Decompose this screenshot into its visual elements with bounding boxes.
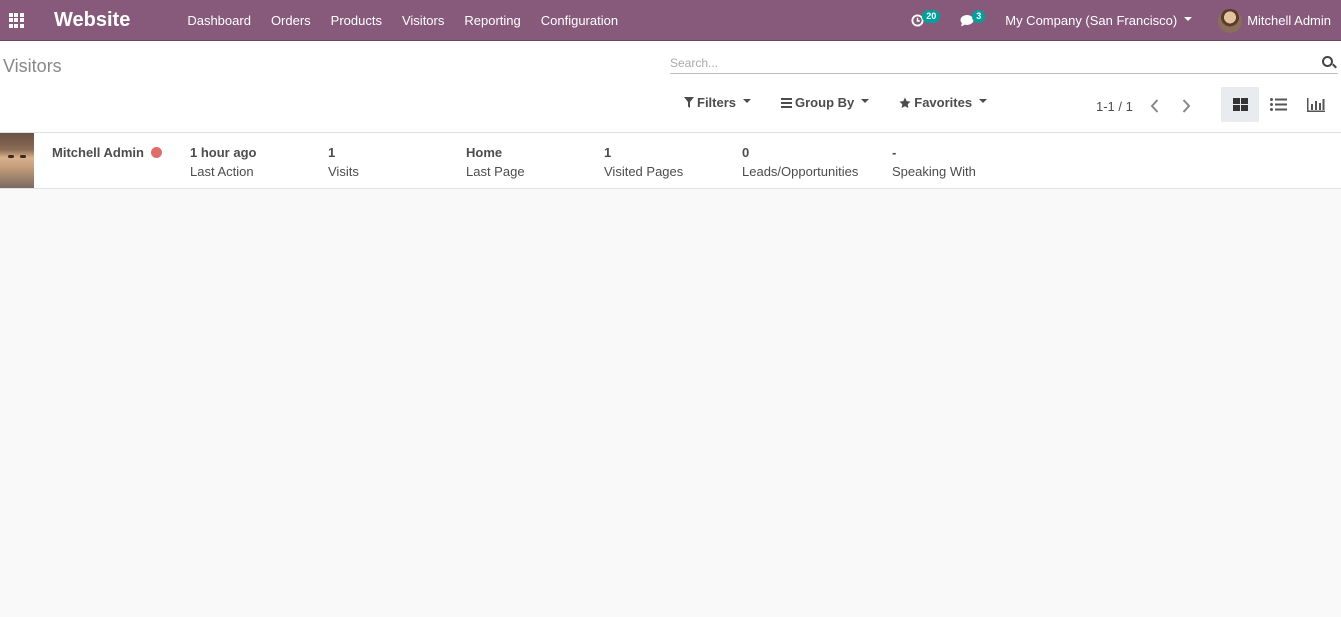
app-brand[interactable]: Website <box>54 9 130 32</box>
kanban-view-button[interactable] <box>1221 87 1259 122</box>
menu-item-reporting[interactable]: Reporting <box>454 0 530 41</box>
top-navbar: Website Dashboard Orders Products Visito… <box>0 0 1341 41</box>
company-name: My Company (San Francisco) <box>1005 13 1178 28</box>
view-switcher <box>1221 87 1335 122</box>
user-name: Mitchell Admin <box>1247 13 1331 28</box>
user-avatar <box>1218 8 1243 33</box>
filter-icon <box>684 97 694 108</box>
list-icon <box>1269 98 1287 111</box>
menu-item-visitors[interactable]: Visitors <box>392 0 454 41</box>
field-value: 1 <box>604 145 612 160</box>
control-panel: Visitors Filters Group By Favorites 1-1 … <box>0 41 1341 133</box>
user-menu[interactable]: Mitchell Admin <box>1218 8 1331 33</box>
company-switcher[interactable]: My Company (San Francisco) <box>1005 13 1193 28</box>
filters-button[interactable]: Filters <box>684 95 752 110</box>
page-title: Visitors <box>3 56 62 76</box>
field-visits: 1 Visits <box>328 145 359 179</box>
favorites-label: Favorites <box>914 95 973 110</box>
field-last-action: 1 hour ago Last Action <box>190 145 256 179</box>
bar-chart-icon <box>1307 97 1325 112</box>
chevron-right-icon <box>1183 99 1191 113</box>
field-value: 1 hour ago <box>190 145 257 160</box>
visitor-name-row: Mitchell Admin <box>52 145 162 160</box>
pager: 1-1 / 1 <box>1096 96 1197 116</box>
activity-button[interactable]: 20 <box>911 10 941 27</box>
field-value: 1 <box>328 145 336 160</box>
bars-icon <box>781 97 793 108</box>
field-value: Home <box>466 145 503 160</box>
field-value: - <box>892 145 897 160</box>
menu-item-orders[interactable]: Orders <box>261 0 321 41</box>
search-bar <box>670 53 1338 74</box>
chevron-down-icon <box>1184 16 1193 21</box>
field-label: Last Page <box>466 164 525 179</box>
offline-status-icon <box>150 147 162 158</box>
graph-view-button[interactable] <box>1297 87 1335 122</box>
search-icon[interactable] <box>1322 56 1337 70</box>
search-input[interactable] <box>670 53 1310 73</box>
field-speaking-with: - Speaking With <box>892 145 976 179</box>
field-label: Speaking With <box>892 164 976 179</box>
chevron-down-icon <box>979 98 988 103</box>
groupby-button[interactable]: Group By <box>781 95 870 110</box>
apps-menu-icon[interactable] <box>4 8 28 32</box>
messages-button[interactable]: 3 <box>960 10 986 27</box>
main-menu: Dashboard Orders Products Visitors Repor… <box>177 0 628 41</box>
kanban-icon <box>1232 98 1248 111</box>
chevron-down-icon <box>861 98 870 103</box>
messages-count-badge: 3 <box>972 10 986 23</box>
menu-item-products[interactable]: Products <box>321 0 392 41</box>
field-leads: 0 Leads/Opportunities <box>742 145 858 179</box>
visitor-name: Mitchell Admin <box>52 145 144 160</box>
pager-value[interactable]: 1-1 / 1 <box>1096 99 1133 114</box>
list-view-button[interactable] <box>1259 87 1297 122</box>
pager-next-button[interactable] <box>1177 96 1197 116</box>
field-label: Visited Pages <box>604 164 684 179</box>
visitor-avatar <box>0 133 34 188</box>
visitor-kanban-card[interactable]: Mitchell Admin 1 hour ago Last Action 1 … <box>0 133 1341 189</box>
systray: 20 3 My Company (San Francisco) Mitchell… <box>911 0 1341 41</box>
filters-label: Filters <box>697 95 737 110</box>
menu-item-configuration[interactable]: Configuration <box>531 0 628 41</box>
pager-previous-button[interactable] <box>1145 96 1165 116</box>
star-icon <box>899 97 911 108</box>
field-label: Leads/Opportunities <box>742 164 859 179</box>
field-label: Last Action <box>190 164 254 179</box>
field-visited-pages: 1 Visited Pages <box>604 145 683 179</box>
chevron-left-icon <box>1151 99 1159 113</box>
groupby-label: Group By <box>795 95 855 110</box>
field-label: Visits <box>328 164 359 179</box>
search-options: Filters Group By Favorites <box>684 95 1017 110</box>
field-value: 0 <box>742 145 750 160</box>
menu-item-dashboard[interactable]: Dashboard <box>177 0 261 41</box>
favorites-button[interactable]: Favorites <box>899 95 988 110</box>
field-last-page: Home Last Page <box>466 145 525 179</box>
activity-count-badge: 20 <box>922 10 941 23</box>
chevron-down-icon <box>743 98 752 103</box>
